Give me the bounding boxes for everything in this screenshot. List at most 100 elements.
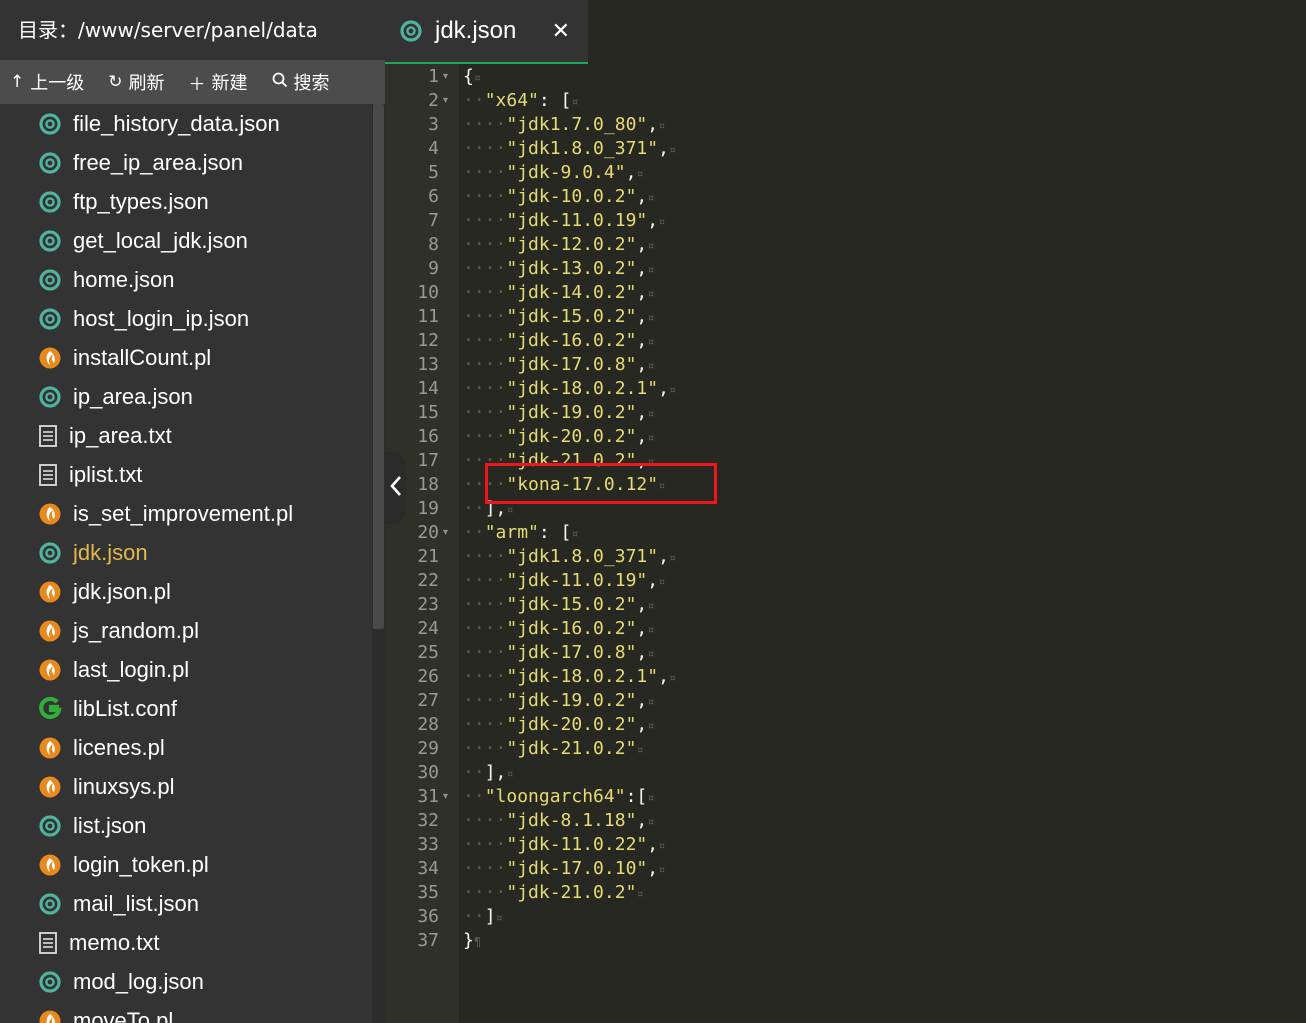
- eol-marker: ¤: [668, 671, 677, 685]
- file-item[interactable]: jdk.json.pl: [0, 572, 372, 611]
- eol-marker: ¤: [647, 359, 655, 373]
- indent-whitespace: ····: [463, 546, 507, 567]
- eol-marker: ¤: [647, 791, 655, 805]
- collapse-sidebar-button[interactable]: [385, 452, 406, 524]
- eol-marker: ¤: [647, 407, 655, 421]
- json-string: "jdk-14.0.2": [506, 282, 637, 303]
- json-file-icon: [38, 814, 62, 838]
- line-number: 22: [417, 570, 439, 591]
- file-item[interactable]: mail_list.json: [0, 884, 372, 923]
- eol-marker: ¤: [658, 215, 666, 229]
- file-name: file_history_data.json: [73, 110, 280, 136]
- file-item[interactable]: home.json: [0, 260, 372, 299]
- json-string: "jdk-21.0.2": [506, 738, 637, 759]
- up-level-button[interactable]: ↑ 上一级: [10, 69, 84, 95]
- file-name: get_local_jdk.json: [73, 227, 248, 253]
- code-editor[interactable]: 1 ▾ 2 ▾ 3 4 5 6 7 8 9 10 11 12 13 14 15 16 17 18 19 20 ▾ 21 22 23…: [385, 64, 1306, 1023]
- indent-whitespace: ····: [463, 714, 507, 735]
- tab-jdk-json[interactable]: jdk.json ✕: [385, 0, 588, 65]
- sidebar-scrollbar[interactable]: [372, 104, 385, 1023]
- code-content[interactable]: {¤ ··"x64": [¤ ····"jdk1.7.0_80",¤ ····"jdk…: [459, 64, 1306, 1023]
- file-item[interactable]: mod_log.json: [0, 962, 372, 1001]
- file-item[interactable]: last_login.pl: [0, 650, 372, 689]
- file-item[interactable]: ip_area.json: [0, 377, 372, 416]
- eol-marker: ¤: [668, 551, 677, 565]
- line-number: 3: [428, 114, 439, 135]
- file-item[interactable]: ip_area.txt: [0, 416, 372, 455]
- line-number: 29: [417, 738, 439, 759]
- json-file-icon: [38, 190, 62, 214]
- file-item[interactable]: is_set_improvement.pl: [0, 494, 372, 533]
- line-number: 32: [417, 810, 439, 831]
- eol-marker: ¤: [636, 743, 644, 757]
- json-punctuation: ,: [636, 402, 648, 423]
- json-string: "jdk-11.0.19": [506, 570, 648, 591]
- file-item[interactable]: libList.conf: [0, 689, 372, 728]
- fold-arrow-icon[interactable]: ▾: [443, 89, 455, 113]
- code-line: ····"jdk1.8.0_371",¤: [463, 137, 676, 161]
- eol-marker: ¤: [658, 863, 666, 877]
- json-punctuation: ,: [647, 834, 659, 855]
- sidebar-toolbar: ↑ 上一级 ↻ 刷新 ＋ 新建 搜索: [0, 60, 385, 104]
- file-item[interactable]: list.json: [0, 806, 372, 845]
- file-list: file_history_data.json free_ip_area.json f…: [0, 104, 372, 1023]
- line-number: 33: [417, 834, 439, 855]
- file-item[interactable]: moveTo.pl: [0, 1001, 372, 1023]
- json-key: "x64": [484, 90, 539, 111]
- file-item[interactable]: login_token.pl: [0, 845, 372, 884]
- eol-marker: ¤: [647, 287, 655, 301]
- json-string: "jdk-19.0.2": [506, 402, 637, 423]
- search-label: 搜索: [293, 73, 330, 94]
- file-item[interactable]: installCount.pl: [0, 338, 372, 377]
- file-item[interactable]: linuxsys.pl: [0, 767, 372, 806]
- file-item[interactable]: jdk.json: [0, 533, 372, 572]
- fold-arrow-icon[interactable]: ▾: [443, 65, 455, 89]
- eol-marker: ¤: [647, 695, 655, 709]
- code-line: ····"jdk-10.0.2",¤: [463, 185, 654, 209]
- file-item[interactable]: memo.txt: [0, 923, 372, 962]
- close-icon[interactable]: ✕: [552, 19, 570, 44]
- file-item[interactable]: free_ip_area.json: [0, 143, 372, 182]
- code-line: ····"jdk-17.0.10",¤: [463, 857, 665, 881]
- eol-marker: ¤: [647, 335, 655, 349]
- eol-marker: ¶: [473, 935, 482, 949]
- fold-arrow-icon[interactable]: ▾: [443, 785, 455, 809]
- line-number: 36: [417, 906, 439, 927]
- search-button[interactable]: 搜索: [272, 69, 330, 95]
- refresh-button[interactable]: ↻ 刷新: [108, 69, 164, 95]
- file-name: iplist.txt: [69, 461, 143, 487]
- json-punctuation: ,: [658, 666, 669, 687]
- file-item[interactable]: get_local_jdk.json: [0, 221, 372, 260]
- refresh-icon: ↻: [108, 72, 123, 92]
- file-sidebar: 目录：/www/server/panel/data ↑ 上一级 ↻ 刷新 ＋ 新…: [0, 0, 385, 1023]
- eol-marker: ¤: [506, 503, 514, 517]
- file-item[interactable]: js_random.pl: [0, 611, 372, 650]
- json-punctuation: ,: [636, 306, 648, 327]
- file-item[interactable]: host_login_ip.json: [0, 299, 372, 338]
- file-name: last_login.pl: [73, 656, 190, 682]
- indent-whitespace: ····: [463, 858, 507, 879]
- fold-arrow-icon[interactable]: ▾: [443, 521, 455, 545]
- sidebar-scrollbar-thumb[interactable]: [373, 104, 384, 629]
- line-number: 14: [417, 378, 439, 399]
- file-item[interactable]: ftp_types.json: [0, 182, 372, 221]
- json-key: "loongarch64": [484, 786, 626, 807]
- json-string: "jdk-19.0.2": [506, 690, 637, 711]
- file-item[interactable]: iplist.txt: [0, 455, 372, 494]
- eol-marker: ¤: [506, 767, 514, 781]
- file-item[interactable]: licenes.pl: [0, 728, 372, 767]
- eol-marker: ¤: [473, 71, 482, 85]
- json-punctuation: ,: [636, 642, 648, 663]
- file-item[interactable]: file_history_data.json: [0, 104, 372, 143]
- indent-whitespace: ····: [463, 834, 507, 855]
- json-key: "arm": [484, 522, 539, 543]
- line-number: 37: [417, 930, 439, 951]
- indent-whitespace: ····: [463, 666, 507, 687]
- new-button[interactable]: ＋ 新建: [189, 69, 248, 95]
- indent-whitespace: ····: [463, 162, 507, 183]
- indent-whitespace: ····: [463, 234, 507, 255]
- json-punctuation: ,: [636, 330, 648, 351]
- file-name: ip_area.json: [73, 383, 193, 409]
- text-file-icon: [38, 424, 58, 448]
- indent-whitespace: ··: [463, 906, 485, 927]
